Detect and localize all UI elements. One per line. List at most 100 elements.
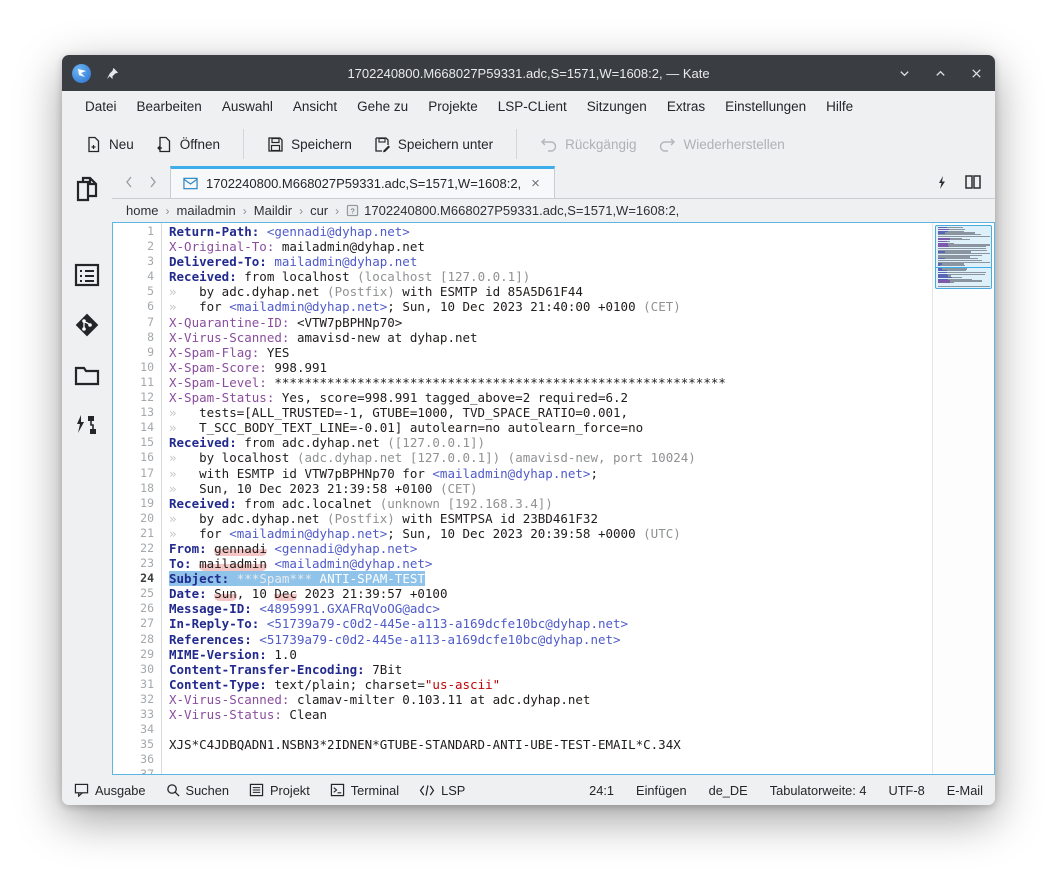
breadcrumb-Maildir[interactable]: Maildir [254, 203, 292, 218]
tab-active[interactable]: 1702240800.M668027P59331.adc,S=1571,W=16… [170, 166, 555, 198]
code-line-7: X-Quarantine-ID: <VTW7pBPHNp70> [169, 315, 932, 330]
code-segment: YES [259, 345, 289, 360]
status-highlight-mode[interactable]: E-Mail [947, 783, 983, 798]
sidebar-tool-symbol-list[interactable] [68, 256, 106, 294]
quick-open-lightning-icon[interactable] [936, 175, 947, 190]
split-view-icon[interactable] [965, 175, 981, 189]
status-dictionary[interactable]: de_DE [709, 783, 748, 798]
toolbar-new-document-button[interactable]: Neu [76, 130, 143, 159]
code-line-13: » tests=[ALL_TRUSTED=-1, GTUBE=1000, TVD… [169, 405, 932, 420]
status-toggle-label: Terminal [351, 783, 399, 798]
code-segment: (Postfix) [327, 511, 395, 526]
line-number: 7 [113, 315, 154, 330]
status-toggle-label: Projekt [270, 783, 310, 798]
status-toggle-terminal[interactable]: Terminal [330, 783, 399, 798]
line-number: 18 [113, 481, 154, 496]
menu-bearbeiten[interactable]: Bearbeiten [128, 95, 211, 118]
code-segment: (unknown [192.168.3.4]) [380, 496, 553, 511]
code-segment: » [169, 284, 177, 299]
status-toggle-project[interactable]: Projekt [249, 783, 310, 798]
code-segment: Return-Path: [169, 224, 259, 239]
menu-datei[interactable]: Datei [76, 95, 126, 118]
code-line-6: » for <mailadmin@dyhap.net>; Sun, 10 Dec… [169, 299, 932, 314]
sidebar-tool-filesystem[interactable] [68, 356, 106, 394]
code-line-20: » by adc.dyhap.net (Postfix) with ESMTPS… [169, 511, 932, 526]
code-line-26: Message-ID: <4895991.GXAFRqVoOG@adc> [169, 601, 932, 616]
status-toggle-search[interactable]: Suchen [166, 783, 229, 798]
breadcrumb-home[interactable]: home [126, 203, 159, 218]
status-toggle-output[interactable]: Ausgabe [74, 783, 146, 798]
sidebar-tool-external-tools[interactable] [68, 406, 106, 444]
minimize-button[interactable] [895, 64, 913, 82]
code-segment: ; [590, 466, 598, 481]
toolbar-save-button[interactable]: Speichern [258, 130, 361, 159]
history-back-icon[interactable] [124, 175, 134, 189]
code-segment: tests=[ALL_TRUSTED=-1, GTUBE=1000, TVD_S… [177, 405, 629, 420]
line-number: 35 [113, 737, 154, 752]
code-line-12: X-Spam-Status: Yes, score=998.991 tagged… [169, 390, 932, 405]
code-segment: ; Sun, 10 Dec 2023 20:39:58 +0000 [387, 526, 643, 541]
code-segment: Content-Transfer-Encoding: [169, 662, 365, 677]
code-segment [259, 616, 267, 631]
code-segment: <gennadi@dyhap.net> [267, 224, 410, 239]
menu-auswahl[interactable]: Auswahl [213, 95, 282, 118]
code-line-11: X-Spam-Level: **************************… [169, 375, 932, 390]
status-tab-width[interactable]: Tabulatorweite: 4 [770, 783, 867, 798]
minimap-scrollbar[interactable] [932, 223, 994, 774]
code-line-10: X-Spam-Score: 998.991 [169, 360, 932, 375]
titlebar: 1702240800.M668027P59331.adc,S=1571,W=16… [62, 55, 995, 91]
menu-ansicht[interactable]: Ansicht [284, 95, 346, 118]
breadcrumb-file[interactable]: ?1702240800.M668027P59331.adc,S=1571,W=1… [346, 203, 679, 218]
status-cursor-position[interactable]: 24:1 [589, 783, 614, 798]
maximize-button[interactable] [931, 64, 949, 82]
code-segment: T_SCC_BODY_TEXT_LINE=-0.01] autolearn=no… [177, 420, 644, 435]
editor-view[interactable]: 1234567891011121314151617181920212223242… [112, 222, 995, 775]
history-forward-icon[interactable] [148, 175, 158, 189]
menu-hilfe[interactable]: Hilfe [817, 95, 862, 118]
sidebar-tool-git[interactable] [68, 306, 106, 344]
code-line-30: Content-Transfer-Encoding: 7Bit [169, 662, 932, 677]
code-segment: Clean [282, 707, 327, 722]
status-insert-mode[interactable]: Einfügen [636, 783, 687, 798]
breadcrumb: home›mailadmin›Maildir›cur›?1702240800.M… [112, 199, 995, 222]
line-number: 29 [113, 647, 154, 662]
status-toggle-code[interactable]: LSP [419, 783, 465, 798]
breadcrumb-separator-icon: › [243, 204, 247, 218]
breadcrumb-mailadmin[interactable]: mailadmin [177, 203, 236, 218]
code-segment: Date: [169, 586, 207, 601]
code-segment: <mailadmin@dyhap.net> [432, 466, 590, 481]
menu-sitzungen[interactable]: Sitzungen [578, 95, 656, 118]
toolbar-save-as-button[interactable]: Speichern unter [365, 130, 502, 159]
line-number: 6 [113, 299, 154, 314]
code-segment: <mailadmin@dyhap.net> [274, 556, 432, 571]
line-number: 22 [113, 541, 154, 556]
close-button[interactable] [967, 64, 985, 82]
tab-close-icon[interactable]: × [529, 175, 542, 192]
code-line-24: Subject: ***Spam*** ANTI-SPAM-TEST [169, 571, 932, 586]
code-line-28: References: <51739a79-c0d2-445e-a113-a16… [169, 632, 932, 647]
status-encoding[interactable]: UTF-8 [888, 783, 924, 798]
breadcrumb-cur[interactable]: cur [310, 203, 328, 218]
code-segment: Delivered-To: [169, 254, 267, 269]
git-icon [74, 312, 100, 338]
code-segment: ****************************************… [267, 375, 726, 390]
text-area[interactable]: Return-Path: <gennadi@dyhap.net>X-Origin… [162, 223, 932, 774]
code-segment: <mailadmin@dyhap.net> [229, 526, 387, 541]
unknown-file-icon: ? [346, 204, 359, 217]
menu-projekte[interactable]: Projekte [419, 95, 487, 118]
menu-lsp-client[interactable]: LSP-CLient [489, 95, 576, 118]
project-icon [249, 783, 264, 797]
kate-window: 1702240800.M668027P59331.adc,S=1571,W=16… [62, 55, 995, 805]
toolbar-separator [243, 129, 244, 159]
documents-icon [74, 175, 100, 203]
code-segment: To: [169, 556, 192, 571]
toolbar-button-label: Speichern [291, 137, 352, 152]
pin-icon[interactable] [103, 64, 121, 82]
code-segment: "us-ascii" [425, 677, 500, 692]
menu-gehe-zu[interactable]: Gehe zu [348, 95, 417, 118]
menu-einstellungen[interactable]: Einstellungen [716, 95, 815, 118]
toolbar-open-document-button[interactable]: Öffnen [147, 130, 229, 159]
code-segment: with ESMTPSA id 23BD461F32 [395, 511, 598, 526]
sidebar-tool-documents[interactable] [68, 170, 106, 208]
menu-extras[interactable]: Extras [658, 95, 714, 118]
